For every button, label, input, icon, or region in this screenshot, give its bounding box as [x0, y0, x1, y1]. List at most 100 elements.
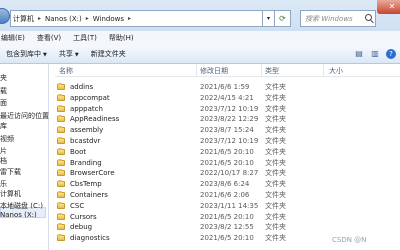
file-row[interactable]: BrowserCore 2022/10/17 8:27 文件夹 [55, 168, 400, 179]
nav-item[interactable]: 载 [0, 86, 7, 96]
file-name: appcompat [70, 93, 110, 102]
menu-edit[interactable]: 编辑(E) [0, 31, 31, 46]
menu-help[interactable]: 帮助(H) [103, 31, 140, 46]
file-type: 文件夹 [265, 223, 286, 232]
new-folder-button[interactable]: 新建文件夹 [85, 46, 132, 63]
folder-icon [57, 83, 65, 90]
column-name-header[interactable]: 名称 [59, 66, 73, 76]
folder-icon [57, 136, 65, 144]
chevron-down-icon: ▼ [74, 51, 79, 58]
folder-icon [57, 147, 65, 155]
column-type-header[interactable]: 类型 [265, 66, 279, 76]
column-divider[interactable] [261, 64, 262, 76]
column-divider[interactable] [196, 64, 197, 76]
chevron-down-icon: ▼ [43, 51, 47, 58]
file-type: 文件夹 [265, 93, 286, 102]
folder-icon [57, 126, 65, 134]
nav-item[interactable]: 面 [0, 98, 7, 108]
breadcrumb-computer[interactable]: 计算机 [11, 14, 36, 24]
file-modified-date: 2021/6/5 20:10 [200, 234, 254, 243]
file-modified-date: 2023/8/6 6:24 [200, 180, 250, 189]
file-name: addins [70, 83, 94, 91]
nav-item[interactable]: 乐 [0, 179, 7, 189]
nav-item[interactable]: 本地磁盘 (C:) [0, 201, 43, 211]
file-name: CSC [70, 201, 85, 210]
include-in-library-button[interactable]: 包含到库中 ▼ [0, 46, 53, 64]
folder-icon [57, 158, 65, 166]
change-view-icon[interactable]: ▤ [354, 49, 364, 59]
close-icon[interactable]: ✕ [377, 0, 400, 14]
address-bar[interactable]: 计算机 ▸ Nanos (X:) ▸ Windows ▸ [10, 10, 263, 27]
folder-icon [57, 104, 65, 112]
file-row[interactable]: assembly 2023/8/7 15:24 文件夹 [55, 125, 400, 136]
file-name: Containers [70, 190, 108, 199]
breadcrumb-separator-icon[interactable]: ▸ [36, 15, 43, 22]
file-row[interactable]: Branding 2021/6/5 20:10 文件夹 [55, 158, 400, 169]
file-name: AppReadiness [70, 115, 120, 124]
file-name: diagnostics [70, 234, 110, 243]
file-name: debug [70, 223, 93, 232]
share-label: 共享 [58, 49, 73, 58]
file-modified-date: 2023/8/7 15:24 [200, 126, 254, 135]
refresh-icon[interactable]: ⟳ [275, 10, 291, 27]
column-header-row: 名称 修改日期 类型 大小 [55, 64, 400, 77]
file-modified-date: 2022/4/15 4:21 [200, 93, 254, 102]
preview-pane-icon[interactable]: ▥ [370, 49, 380, 59]
nav-item[interactable]: 雷下载 [0, 167, 21, 177]
file-type: 文件夹 [265, 190, 286, 199]
breadcrumb-windows[interactable]: Windows [91, 15, 126, 23]
file-row[interactable]: CbsTemp 2023/8/6 6:24 文件夹 [55, 179, 400, 190]
nav-item[interactable]: 计算机 [0, 189, 21, 199]
file-list: addins 2021/6/6 1:59 文件夹 appcompat 2022/4/15… [55, 82, 400, 244]
share-button[interactable]: 共享 ▼ [53, 46, 85, 64]
nav-item[interactable]: 片 [0, 146, 7, 156]
column-date-header[interactable]: 修改日期 [200, 66, 228, 76]
file-row[interactable]: apppatch 2023/7/12 10:19 文件夹 [55, 104, 400, 115]
file-modified-date: 2021/6/5 20:10 [200, 212, 254, 221]
file-row[interactable]: AppReadiness 2023/8/22 12:29 文件夹 [55, 114, 400, 125]
address-dropdown-icon[interactable]: ▾ [263, 10, 275, 27]
address-bar-row: 计算机 ▸ Nanos (X:) ▸ Windows ▸ ▾ ⟳ ✕ [0, 0, 400, 31]
file-row[interactable]: Containers 2021/6/6 2:06 文件夹 [55, 190, 400, 201]
file-row[interactable]: CSC 2023/1/11 14:35 文件夹 [55, 201, 400, 212]
breadcrumb-separator-icon[interactable]: ▸ [126, 15, 133, 22]
file-row[interactable]: addins 2021/6/6 1:59 文件夹 [55, 82, 400, 93]
folder-icon [57, 180, 65, 188]
folder-icon [57, 201, 65, 209]
file-type: 文件夹 [265, 126, 286, 135]
file-row[interactable]: appcompat 2022/4/15 4:21 文件夹 [55, 93, 400, 104]
menu-view[interactable]: 查看(V) [31, 31, 67, 46]
nav-item[interactable]: 夹 [0, 73, 7, 83]
file-modified-date: 2023/1/11 14:35 [200, 201, 259, 210]
column-size-header[interactable]: 大小 [329, 66, 343, 76]
folder-icon [57, 93, 65, 101]
file-type: 文件夹 [265, 115, 286, 124]
column-divider[interactable] [323, 64, 324, 76]
file-modified-date: 2021/6/5 20:10 [200, 158, 254, 167]
breadcrumb-drive[interactable]: Nanos (X:) [43, 15, 84, 23]
nav-item[interactable]: Nanos (X:) [0, 211, 37, 219]
file-row[interactable]: Cursors 2021/6/5 20:10 文件夹 [55, 212, 400, 223]
watermark: CSDN @N [332, 236, 367, 244]
help-icon[interactable]: ? [386, 49, 396, 59]
nav-item[interactable]: 库 [0, 121, 7, 131]
file-row[interactable]: Boot 2021/6/5 20:10 文件夹 [55, 147, 400, 158]
nav-item[interactable]: 视频 [0, 134, 14, 144]
file-type: 文件夹 [265, 234, 286, 243]
file-type: 文件夹 [265, 169, 286, 178]
file-row[interactable]: bcastdvr 2023/7/12 10:19 文件夹 [55, 136, 400, 147]
nav-item[interactable]: 最近访问的位置 [0, 111, 49, 121]
search-input[interactable] [305, 14, 365, 23]
breadcrumb-separator-icon[interactable]: ▸ [84, 15, 91, 22]
menu-tools[interactable]: 工具(T) [67, 31, 103, 46]
folder-icon [57, 234, 65, 242]
file-row[interactable]: debug 2023/8/2 12:55 文件夹 [55, 222, 400, 233]
file-name: BrowserCore [70, 169, 115, 178]
nav-item[interactable]: 档 [0, 156, 7, 166]
search-icon[interactable] [365, 14, 372, 21]
search-box[interactable] [300, 10, 376, 27]
back-button[interactable] [0, 8, 10, 24]
file-modified-date: 2021/6/6 1:59 [200, 83, 250, 91]
file-modified-date: 2023/8/2 12:55 [200, 223, 254, 232]
file-modified-date: 2021/6/6 2:06 [200, 190, 250, 199]
